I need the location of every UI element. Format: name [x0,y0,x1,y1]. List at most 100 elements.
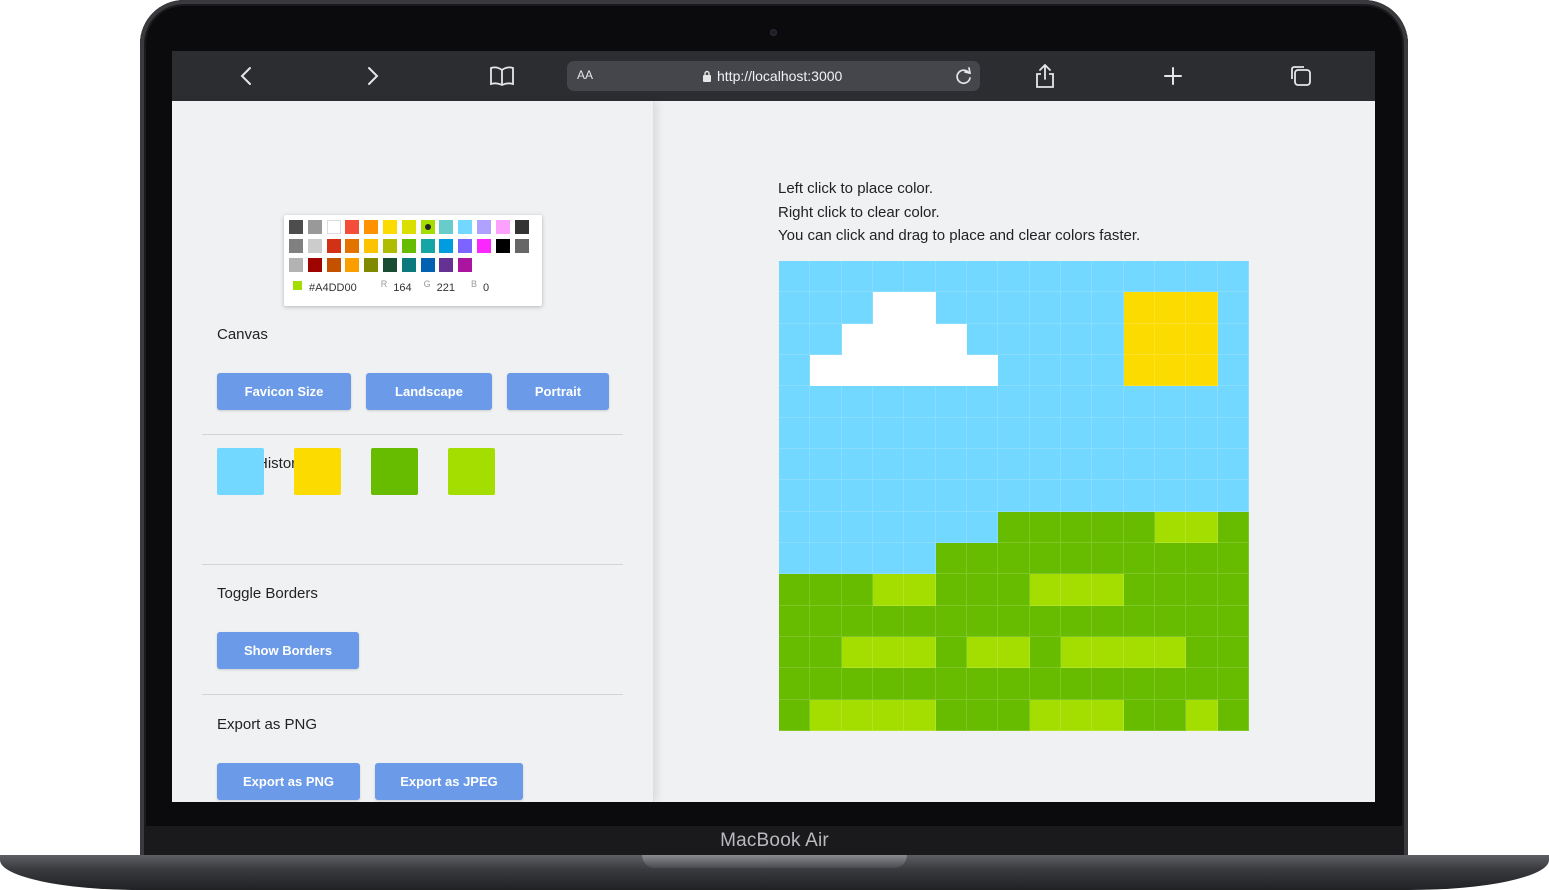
pixel-cell[interactable] [810,605,842,637]
pixel-cell[interactable] [779,543,811,575]
color-swatch[interactable] [514,220,529,234]
pixel-cell[interactable] [873,605,905,637]
color-swatch[interactable] [458,220,473,234]
pixel-cell[interactable] [810,449,842,481]
pixel-cell[interactable] [779,699,811,731]
color-swatch[interactable] [345,258,360,272]
pixel-cell[interactable] [841,480,873,512]
pixel-cell[interactable] [1155,511,1187,543]
pixel-cell[interactable] [841,668,873,700]
pixel-cell[interactable] [841,699,873,731]
color-swatch[interactable] [458,258,473,272]
pixel-cell[interactable] [1092,386,1124,418]
pixel-cell[interactable] [873,355,905,387]
pixel-cell[interactable] [1123,355,1155,387]
pixel-cell[interactable] [904,417,936,449]
pixel-cell[interactable] [873,292,905,324]
color-swatch[interactable] [289,220,303,234]
pixel-cell[interactable] [1155,355,1187,387]
pixel-cell[interactable] [1092,699,1124,731]
pixel-cell[interactable] [935,261,967,293]
pixel-cell[interactable] [904,355,936,387]
pixel-cell[interactable] [841,417,873,449]
back-icon[interactable] [232,62,260,90]
pixel-cell[interactable] [904,511,936,543]
pixel-cell[interactable] [1092,449,1124,481]
pixel-cell[interactable] [967,386,999,418]
pixel-cell[interactable] [810,511,842,543]
pixel-cell[interactable] [935,637,967,669]
pixel-cell[interactable] [779,574,811,606]
pixel-cell[interactable] [1029,449,1061,481]
pixel-cell[interactable] [1061,292,1093,324]
pixel-cell[interactable] [1155,668,1187,700]
pixel-cell[interactable] [998,417,1030,449]
pixel-cell[interactable] [998,355,1030,387]
pixel-cell[interactable] [935,699,967,731]
color-swatch[interactable] [345,220,360,234]
pixel-cell[interactable] [998,449,1030,481]
pixel-cell[interactable] [1186,511,1218,543]
color-swatch[interactable] [458,239,473,253]
pixel-cell[interactable] [1217,574,1249,606]
pixel-cell[interactable] [998,668,1030,700]
pixel-cell[interactable] [1155,543,1187,575]
pixel-cell[interactable] [779,355,811,387]
pixel-cell[interactable] [935,480,967,512]
color-swatch[interactable] [420,239,435,253]
pixel-cell[interactable] [967,637,999,669]
pixel-cell[interactable] [1029,292,1061,324]
pixel-cell[interactable] [1155,480,1187,512]
pixel-cell[interactable] [1092,417,1124,449]
color-swatch[interactable] [514,239,529,253]
share-icon[interactable] [1031,62,1059,90]
pixel-cell[interactable] [1029,668,1061,700]
pixel-cell[interactable] [1155,323,1187,355]
pixel-cell[interactable] [998,605,1030,637]
portrait-button[interactable]: Portrait [507,373,609,410]
pixel-cell[interactable] [1155,605,1187,637]
pixel-cell[interactable] [1155,386,1187,418]
pixel-cell[interactable] [841,449,873,481]
color-swatch[interactable] [420,258,435,272]
history-swatch[interactable] [294,448,341,495]
pixel-cell[interactable] [1123,637,1155,669]
pixel-cell[interactable] [998,480,1030,512]
pixel-cell[interactable] [873,637,905,669]
pixel-cell[interactable] [967,668,999,700]
pixel-cell[interactable] [1155,449,1187,481]
pixel-cell[interactable] [841,292,873,324]
pixel-cell[interactable] [1123,292,1155,324]
pixel-cell[interactable] [1186,355,1218,387]
color-swatch[interactable] [401,220,416,234]
pixel-cell[interactable] [1123,323,1155,355]
pixel-cell[interactable] [1029,637,1061,669]
pixel-cell[interactable] [967,449,999,481]
pixel-cell[interactable] [967,417,999,449]
pixel-cell[interactable] [1029,480,1061,512]
pixel-cell[interactable] [904,543,936,575]
pixel-cell[interactable] [904,668,936,700]
color-swatch[interactable] [289,239,303,253]
pixel-cell[interactable] [1061,543,1093,575]
favicon-size-button[interactable]: Favicon Size [217,373,351,410]
pixel-cell[interactable] [841,637,873,669]
forward-icon[interactable] [359,62,387,90]
pixel-cell[interactable] [1092,574,1124,606]
pixel-cell[interactable] [935,449,967,481]
export-png-button[interactable]: Export as PNG [217,763,360,800]
color-swatch[interactable] [401,258,416,272]
pixel-cell[interactable] [967,543,999,575]
pixel-cell[interactable] [779,386,811,418]
pixel-cell[interactable] [1092,637,1124,669]
pixel-cell[interactable] [1123,574,1155,606]
pixel-cell[interactable] [1029,574,1061,606]
pixel-cell[interactable] [810,417,842,449]
color-swatch[interactable] [382,258,397,272]
pixel-cell[interactable] [904,637,936,669]
pixel-cell[interactable] [1092,355,1124,387]
pixel-cell[interactable] [904,261,936,293]
pixel-cell[interactable] [1186,699,1218,731]
tabs-overview-icon[interactable] [1287,62,1315,90]
pixel-cell[interactable] [779,323,811,355]
